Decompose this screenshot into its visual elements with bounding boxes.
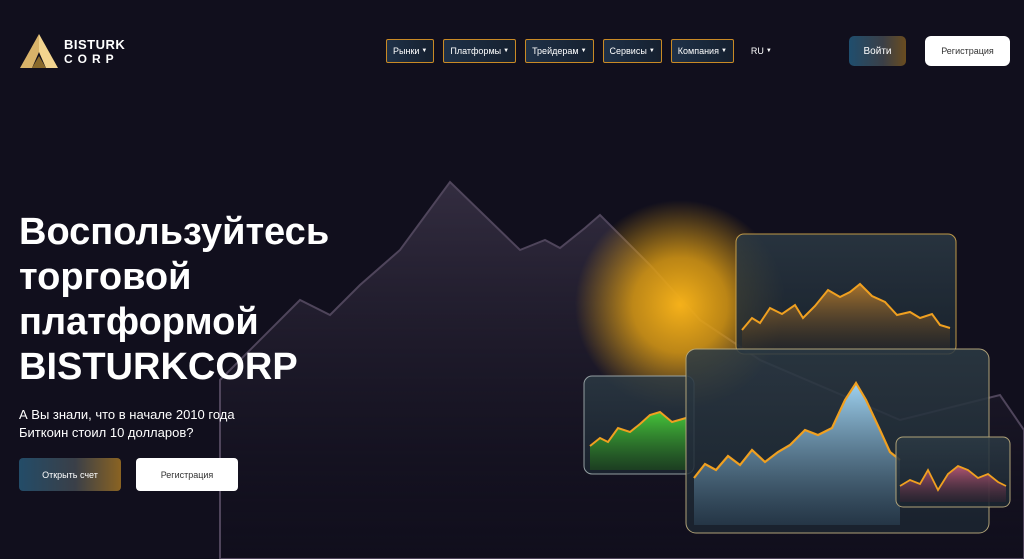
hero-title-line: Воспользуйтесь — [19, 211, 330, 253]
caret-down-icon: ▼ — [421, 48, 428, 54]
chart-card-left — [583, 375, 695, 475]
caret-down-icon: ▼ — [580, 48, 587, 54]
main-nav: Рынки ▼ Платформы ▼ Трейдерам ▼ Сервисы … — [386, 39, 772, 63]
nav-item-traders[interactable]: Трейдерам ▼ — [525, 39, 594, 63]
brand-name-line1: BISTURK — [64, 36, 126, 52]
register-button-header[interactable]: Регистрация — [925, 36, 1010, 66]
nav-item-services[interactable]: Сервисы ▼ — [602, 39, 662, 63]
nav-item-markets[interactable]: Рынки ▼ — [386, 39, 435, 63]
hero-subtitle-line: А Вы знали, что в начале 2010 года — [19, 407, 235, 422]
caret-down-icon: ▼ — [503, 48, 510, 54]
open-account-button[interactable]: Открыть счет — [19, 458, 121, 491]
language-selector[interactable]: RU ▼ — [751, 46, 772, 56]
caret-down-icon: ▼ — [765, 48, 772, 54]
register-button-hero[interactable]: Регистрация — [136, 458, 238, 491]
hero-title: Воспользуйтесь торговой платформой BISTU… — [19, 210, 359, 390]
nav-item-label: Компания — [677, 46, 719, 56]
language-label: RU — [750, 46, 764, 56]
bisturk-logo-icon — [20, 34, 58, 68]
hero-subtitle: А Вы знали, что в начале 2010 года Битко… — [19, 406, 279, 442]
landing-page: BISTURK CORP Рынки ▼ Платформы ▼ Трейдер… — [0, 0, 1024, 559]
hero-subtitle-line: Биткоин стоил 10 долларов? — [19, 425, 194, 440]
hero-title-line: BISTURKCORP — [19, 346, 298, 388]
nav-item-company[interactable]: Компания ▼ — [670, 39, 734, 63]
nav-item-platforms[interactable]: Платформы ▼ — [443, 39, 517, 63]
caret-down-icon: ▼ — [720, 48, 727, 54]
login-button[interactable]: Войти — [849, 36, 906, 66]
nav-item-label: Сервисы — [609, 46, 647, 56]
caret-down-icon: ▼ — [648, 48, 655, 54]
nav-item-label: Платформы — [450, 46, 502, 56]
chart-card-right — [895, 436, 1011, 508]
hero-title-line: платформой — [19, 301, 259, 343]
nav-item-label: Рынки — [393, 46, 420, 56]
brand-logo[interactable]: BISTURK CORP — [20, 34, 125, 68]
chart-card-top — [735, 233, 957, 355]
hero-title-line: торговой — [19, 256, 192, 298]
nav-item-label: Трейдерам — [532, 46, 579, 56]
brand-name-line2: CORP — [64, 51, 119, 66]
